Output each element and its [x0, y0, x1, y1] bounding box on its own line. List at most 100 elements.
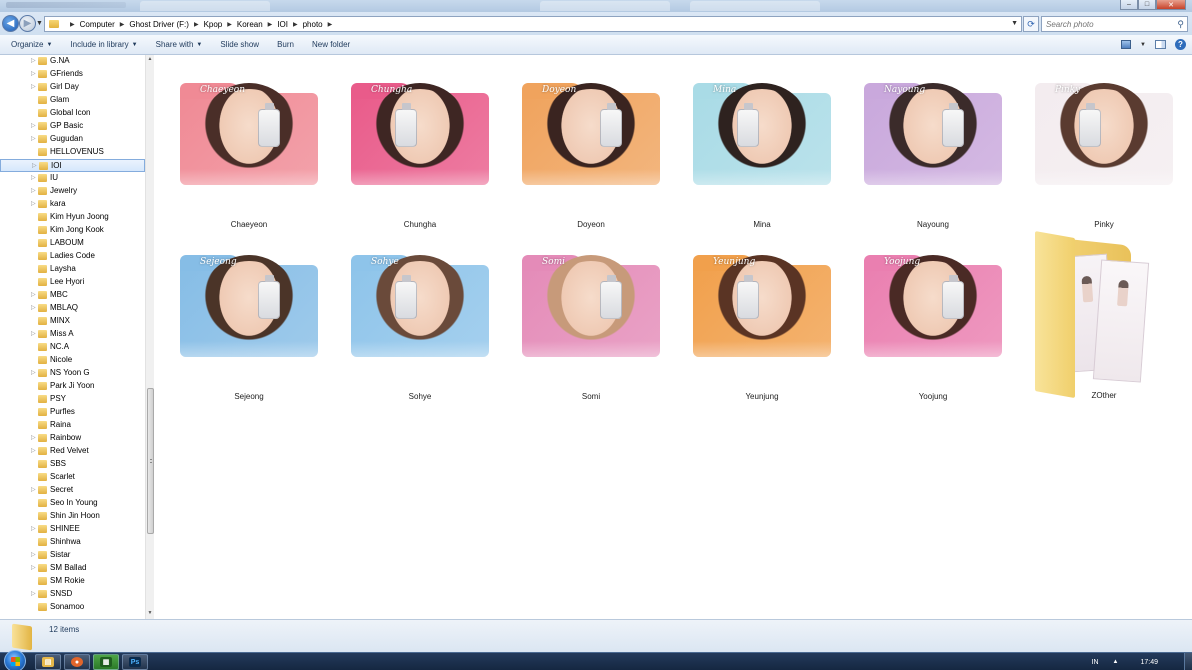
chevron-right-icon[interactable]: ▶ — [70, 21, 75, 28]
sidebar-item-scarlet[interactable]: Scarlet — [0, 471, 145, 484]
sidebar-item-seo-in-young[interactable]: Seo In Young — [0, 497, 145, 510]
folder-item-sohye[interactable]: Sohye Sohye — [326, 227, 489, 401]
breadcrumb-item[interactable]: Korean — [237, 20, 263, 29]
sidebar-item-g-na[interactable]: ▷ G.NA — [0, 55, 145, 68]
nav-scrollbar[interactable]: ▲ ▼ — [145, 55, 154, 619]
expand-arrow-icon[interactable]: ▷ — [31, 83, 36, 90]
sidebar-item-sonamoo[interactable]: Sonamoo — [0, 601, 145, 614]
sidebar-item-girl-day[interactable]: ▷ Girl Day — [0, 81, 145, 94]
sidebar-item-purfles[interactable]: Purfles — [0, 406, 145, 419]
sidebar-item-lee-hyori[interactable]: Lee Hyori — [0, 276, 145, 289]
new-folder-button[interactable]: New folder — [312, 40, 350, 49]
folder-item-mina[interactable]: Mina Mina — [668, 55, 831, 229]
change-view-icon[interactable] — [1121, 40, 1132, 49]
sidebar-item-raina[interactable]: Raina — [0, 419, 145, 432]
chevron-right-icon[interactable]: ▶ — [227, 21, 232, 28]
expand-arrow-icon[interactable]: ▷ — [31, 330, 36, 337]
expand-arrow-icon[interactable]: ▷ — [31, 551, 36, 558]
taskbar-app-explorer[interactable]: ▤ — [35, 654, 61, 670]
chevron-right-icon[interactable]: ▶ — [194, 21, 199, 28]
folder-item-chaeyeon[interactable]: Chaeyeon Chaeyeon — [155, 55, 318, 229]
taskbar-app-firefox[interactable]: ● — [64, 654, 90, 670]
show-desktop-button[interactable] — [1184, 653, 1192, 670]
scroll-up-button[interactable]: ▲ — [146, 56, 154, 64]
address-bar[interactable]: ▶ Computer ▶ Ghost Driver (F:) ▶ Kpop ▶ Korean ▶… — [44, 16, 1022, 32]
background-tab[interactable] — [690, 1, 820, 11]
help-icon[interactable]: ? — [1175, 39, 1186, 50]
sidebar-item-kim-jong-kook[interactable]: Kim Jong Kook — [0, 224, 145, 237]
sidebar-item-ioi[interactable]: ▷ IOI — [0, 159, 145, 172]
forward-button[interactable]: ▶ — [19, 15, 36, 32]
view-options-dropdown[interactable]: ▼ — [1140, 42, 1146, 48]
sidebar-item-park-ji-yoon[interactable]: Park Ji Yoon — [0, 380, 145, 393]
expand-arrow-icon[interactable]: ▷ — [31, 447, 36, 454]
sidebar-item-mblaq[interactable]: ▷ MBLAQ — [0, 302, 145, 315]
sidebar-item-sm-ballad[interactable]: ▷ SM Ballad — [0, 562, 145, 575]
expand-arrow-icon[interactable]: ▷ — [31, 57, 36, 64]
folder-item-pinky[interactable]: Pinky Pinky — [1010, 55, 1173, 229]
breadcrumb-item[interactable]: Computer — [80, 20, 115, 29]
sidebar-item-kara[interactable]: ▷ kara — [0, 198, 145, 211]
sidebar-item-gugudan[interactable]: ▷ Gugudan — [0, 133, 145, 146]
breadcrumb-item[interactable]: Ghost Driver (F:) — [129, 20, 189, 29]
sidebar-item-rainbow[interactable]: ▷ Rainbow — [0, 432, 145, 445]
sidebar-item-gp-basic[interactable]: ▷ GP Basic — [0, 120, 145, 133]
start-button[interactable] — [4, 650, 26, 670]
sidebar-item-shinhwa[interactable]: Shinhwa — [0, 536, 145, 549]
refresh-button[interactable]: ⟳ — [1023, 16, 1039, 32]
expand-arrow-icon[interactable]: ▷ — [31, 434, 36, 441]
sidebar-item-psy[interactable]: PSY — [0, 393, 145, 406]
breadcrumb-item[interactable]: IOI — [277, 20, 288, 29]
sidebar-item-ns-yoon-g[interactable]: ▷ NS Yoon G — [0, 367, 145, 380]
expand-arrow-icon[interactable]: ▷ — [31, 304, 36, 311]
sidebar-item-red-velvet[interactable]: ▷ Red Velvet — [0, 445, 145, 458]
recent-pages-dropdown[interactable]: ▼ — [36, 20, 43, 27]
include-in-library-menu[interactable]: Include in library ▼ — [70, 40, 137, 49]
folder-item-doyeon[interactable]: Doyeon Doyeon — [497, 55, 660, 229]
chevron-right-icon[interactable]: ▶ — [293, 21, 298, 28]
preview-pane-icon[interactable] — [1155, 40, 1166, 49]
expand-arrow-icon[interactable]: ▷ — [31, 525, 36, 532]
sidebar-item-miss-a[interactable]: ▷ Miss A — [0, 328, 145, 341]
scroll-thumb[interactable] — [147, 388, 154, 534]
chevron-right-icon[interactable]: ▶ — [120, 21, 125, 28]
sidebar-item-nc-a[interactable]: NC.A — [0, 341, 145, 354]
close-button[interactable]: ✕ — [1156, 0, 1186, 10]
expand-arrow-icon[interactable]: ▷ — [31, 369, 36, 376]
taskbar-app-photoshop[interactable]: Ps — [122, 654, 148, 670]
maximize-button[interactable]: □ — [1138, 0, 1156, 10]
background-tab[interactable] — [540, 1, 670, 11]
share-with-menu[interactable]: Share with ▼ — [156, 40, 203, 49]
search-input[interactable] — [1046, 19, 1171, 29]
expand-arrow-icon[interactable]: ▷ — [31, 122, 36, 129]
sidebar-item-mbc[interactable]: ▷ MBC — [0, 289, 145, 302]
expand-arrow-icon[interactable]: ▷ — [31, 590, 36, 597]
sidebar-item-gfriends[interactable]: ▷ GFriends — [0, 68, 145, 81]
back-button[interactable]: ◀ — [2, 15, 19, 32]
expand-arrow-icon[interactable]: ▷ — [31, 187, 36, 194]
expand-arrow-icon[interactable]: ▷ — [31, 291, 36, 298]
sidebar-item-hellovenus[interactable]: HELLOVENUS — [0, 146, 145, 159]
sidebar-item-jewelry[interactable]: ▷ Jewelry — [0, 185, 145, 198]
sidebar-item-laysha[interactable]: Laysha — [0, 263, 145, 276]
sidebar-item-sm-rokie[interactable]: SM Rokie — [0, 575, 145, 588]
expand-arrow-icon[interactable]: ▷ — [31, 200, 36, 207]
folder-item-yoojung[interactable]: Yoojung Yoojung — [839, 227, 1002, 401]
search-icon[interactable]: ⚲ — [1177, 19, 1184, 30]
scroll-down-button[interactable]: ▼ — [146, 610, 154, 618]
expand-arrow-icon[interactable]: ▷ — [31, 135, 36, 142]
search-box[interactable]: ⚲ — [1041, 16, 1188, 32]
folder-item-nayoung[interactable]: Nayoung Nayoung — [839, 55, 1002, 229]
folder-item-sejeong[interactable]: Sejeong Sejeong — [155, 227, 318, 401]
taskbar-app-calculator[interactable]: ▦ — [93, 654, 119, 670]
slide-show-button[interactable]: Slide show — [220, 40, 259, 49]
expand-arrow-icon[interactable]: ▷ — [31, 174, 36, 181]
sidebar-item-sbs[interactable]: SBS — [0, 458, 145, 471]
breadcrumb-item[interactable]: Kpop — [204, 20, 223, 29]
chevron-right-icon[interactable]: ▶ — [268, 21, 273, 28]
folder-item-somi[interactable]: Somi Somi — [497, 227, 660, 401]
folder-item-chungha[interactable]: Chungha Chungha — [326, 55, 489, 229]
address-history-dropdown[interactable]: ▼ — [1011, 20, 1018, 27]
expand-arrow-icon[interactable]: ▷ — [31, 564, 36, 571]
sidebar-item-global-icon[interactable]: Global Icon — [0, 107, 145, 120]
